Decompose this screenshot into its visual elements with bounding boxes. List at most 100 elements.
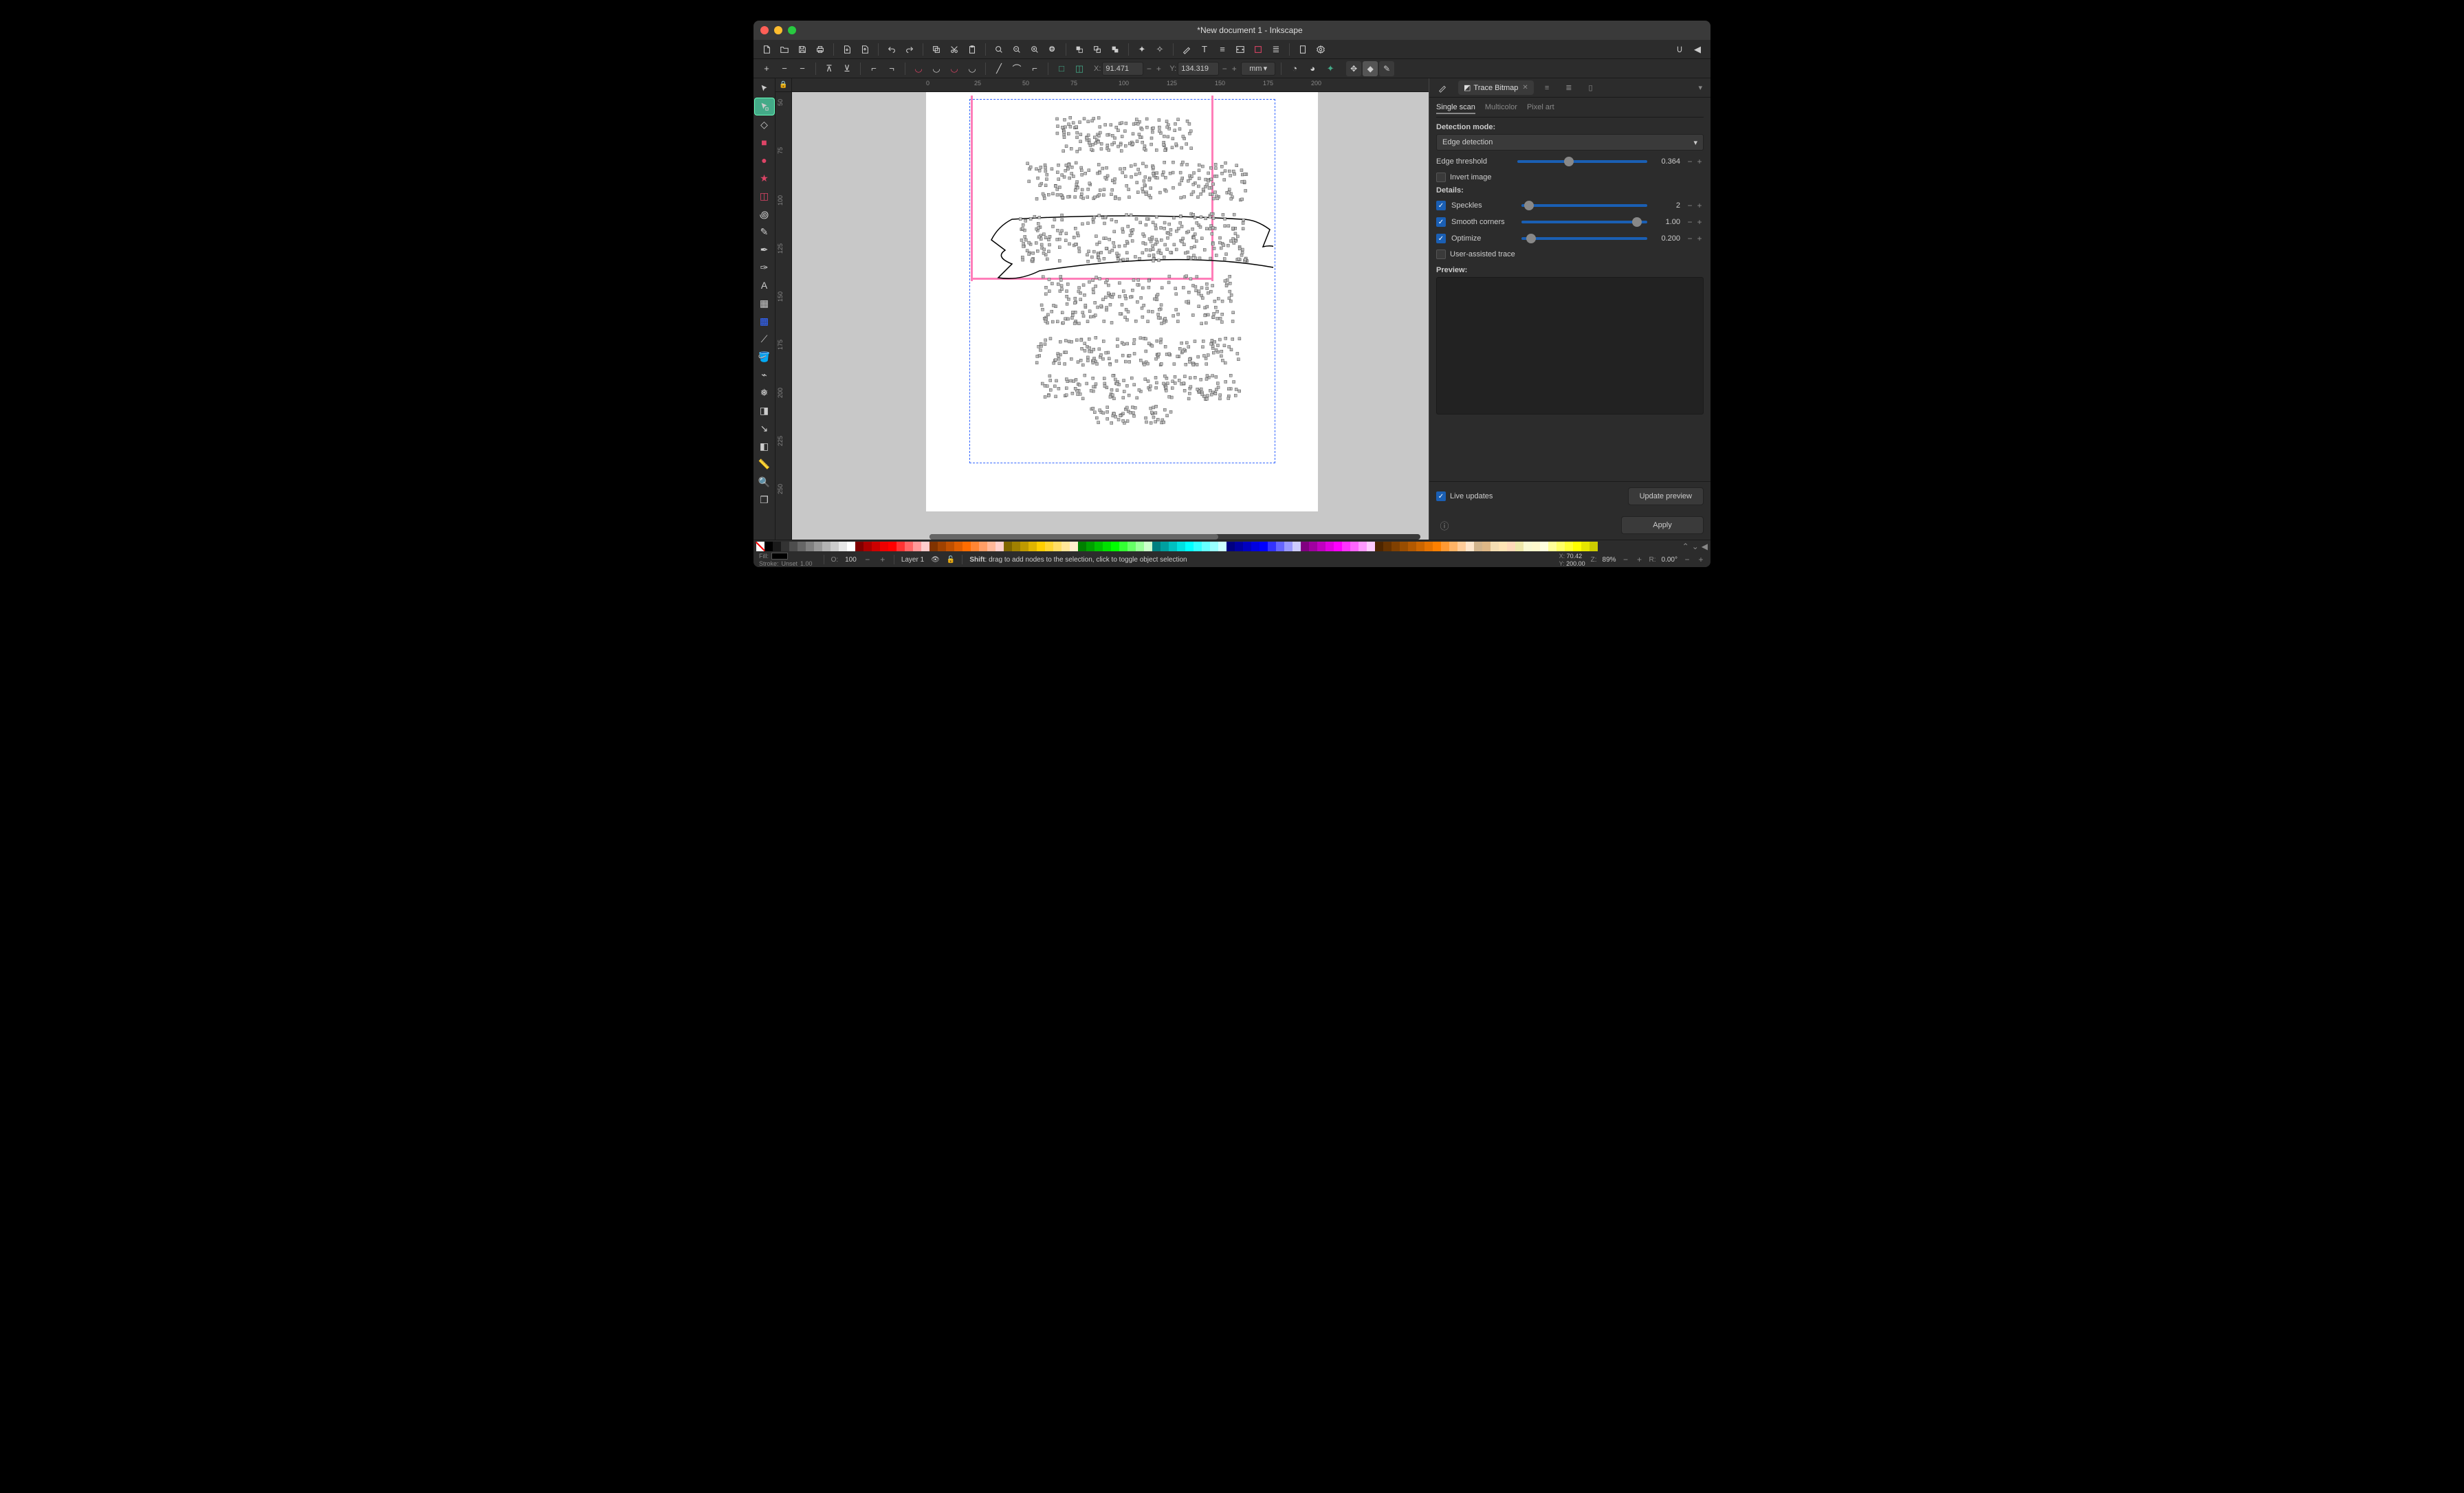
stroke-to-path-button[interactable]: ◫ (1072, 61, 1087, 76)
speckles-inc[interactable]: + (1695, 200, 1704, 211)
optimize-inc[interactable]: + (1695, 233, 1704, 244)
connector-tool[interactable]: ↘ (755, 420, 774, 436)
panel-tab-doc[interactable]: ▯ (1583, 80, 1598, 95)
color-swatch[interactable] (1284, 542, 1292, 551)
color-swatch[interactable] (1094, 542, 1103, 551)
color-swatch[interactable] (913, 542, 921, 551)
color-swatch[interactable] (847, 542, 855, 551)
tweak-tool[interactable]: ⌁ (755, 366, 774, 383)
apply-button[interactable]: Apply (1621, 516, 1704, 534)
lock-toggle[interactable]: 🔓 (947, 556, 955, 564)
zoom-page-button[interactable] (1027, 42, 1042, 57)
color-swatch[interactable] (880, 542, 888, 551)
optimize-slider[interactable] (1521, 237, 1647, 240)
undo-button[interactable] (884, 42, 899, 57)
measure-tool[interactable]: 📏 (755, 456, 774, 472)
color-swatch[interactable] (1152, 542, 1160, 551)
zoom-dec[interactable]: − (1622, 554, 1630, 565)
visibility-toggle[interactable]: 👁 (931, 556, 940, 564)
commands-menu-button[interactable]: ◀ (1690, 42, 1705, 57)
color-swatch[interactable] (1367, 542, 1375, 551)
y-inc[interactable]: + (1230, 63, 1238, 74)
mask-edit-button[interactable]: ◕ (1305, 61, 1320, 76)
color-swatch[interactable] (1424, 542, 1433, 551)
bezier-tool[interactable]: ✒ (755, 241, 774, 258)
rotation-value[interactable]: 0.00° (1662, 556, 1678, 564)
color-swatch[interactable] (1004, 542, 1012, 551)
show-transform-handles-button[interactable]: ✥ (1346, 61, 1361, 76)
color-swatch[interactable] (1260, 542, 1268, 551)
color-swatch[interactable] (1556, 542, 1565, 551)
rot-dec[interactable]: − (1683, 554, 1691, 565)
color-swatch[interactable] (1449, 542, 1458, 551)
color-swatch[interactable] (1474, 542, 1482, 551)
color-swatch[interactable] (996, 542, 1004, 551)
stroke-value[interactable]: Unset (782, 560, 798, 567)
color-swatch[interactable] (1210, 542, 1218, 551)
color-swatch[interactable] (1350, 542, 1358, 551)
insert-node-button[interactable]: + (759, 61, 774, 76)
color-swatch[interactable] (1251, 542, 1260, 551)
swatch-none[interactable] (756, 542, 764, 551)
color-swatch[interactable] (1507, 542, 1515, 551)
dropper-tool[interactable]: ⟋ (755, 331, 774, 347)
color-swatch[interactable] (1383, 542, 1392, 551)
color-swatch[interactable] (814, 542, 822, 551)
speckles-slider[interactable] (1521, 204, 1647, 207)
subtab-single-scan[interactable]: Single scan (1436, 102, 1475, 114)
smooth-inc[interactable]: + (1695, 217, 1704, 228)
color-swatch[interactable] (1012, 542, 1020, 551)
color-swatch[interactable] (1490, 542, 1499, 551)
color-swatch[interactable] (1128, 542, 1136, 551)
panel-tab-trace-bitmap[interactable]: ◩ Trace Bitmap✕ (1458, 80, 1534, 95)
color-swatch[interactable] (1119, 542, 1128, 551)
zoom-tool[interactable]: 🔍 (755, 474, 774, 490)
color-swatch[interactable] (888, 542, 896, 551)
update-preview-button[interactable]: Update preview (1628, 487, 1704, 505)
spray-tool[interactable]: ❅ (755, 384, 774, 401)
show-handles-button[interactable]: ◆ (1363, 61, 1378, 76)
close-tab-icon[interactable]: ✕ (1522, 84, 1528, 91)
layers-button[interactable]: ≡ (1215, 42, 1230, 57)
lpe-tool[interactable]: ◧ (755, 438, 774, 454)
zoom-value[interactable]: 89% (1603, 556, 1616, 564)
speckles-dec[interactable]: − (1686, 200, 1694, 211)
new-file-button[interactable] (759, 42, 774, 57)
color-swatch[interactable] (1317, 542, 1326, 551)
canvas[interactable] (792, 92, 1429, 540)
color-swatch[interactable] (1515, 542, 1524, 551)
color-swatch[interactable] (1301, 542, 1309, 551)
delete-segment-button[interactable]: ¬ (884, 61, 899, 76)
color-swatch[interactable] (1160, 542, 1169, 551)
color-swatch[interactable] (921, 542, 930, 551)
ellipse-tool[interactable]: ● (755, 152, 774, 168)
ruler-vertical[interactable]: 5075100125150175200225250 (776, 92, 792, 540)
color-swatch[interactable] (798, 542, 806, 551)
smooth-checkbox[interactable]: ✓ (1436, 217, 1446, 227)
panel-tab-align[interactable]: ≡ (1539, 81, 1554, 95)
break-path-button[interactable]: ⊻ (839, 61, 855, 76)
join-nodes-button[interactable]: ⊼ (822, 61, 837, 76)
group-button[interactable]: ✦ (1134, 42, 1150, 57)
color-swatch[interactable] (806, 542, 814, 551)
panel-tab-fill-stroke[interactable] (1432, 80, 1453, 96)
color-swatch[interactable] (1326, 542, 1334, 551)
y-input[interactable] (1178, 62, 1219, 76)
scrollbar-horizontal[interactable] (930, 534, 1420, 540)
invert-checkbox[interactable] (1436, 173, 1446, 182)
opacity-inc[interactable]: + (879, 554, 887, 565)
unlink-clone-button[interactable] (1108, 42, 1123, 57)
color-swatch[interactable] (1037, 542, 1045, 551)
color-swatch[interactable] (1070, 542, 1078, 551)
ungroup-button[interactable]: ✧ (1152, 42, 1167, 57)
star-tool[interactable]: ★ (755, 170, 774, 186)
color-swatch[interactable] (1375, 542, 1383, 551)
color-swatch[interactable] (938, 542, 946, 551)
color-swatch[interactable] (1499, 542, 1507, 551)
smooth-dec[interactable]: − (1686, 217, 1694, 228)
color-swatch[interactable] (781, 542, 789, 551)
duplicate-button[interactable] (1072, 42, 1087, 57)
subtab-multicolor[interactable]: Multicolor (1485, 102, 1517, 114)
color-swatch[interactable] (1111, 542, 1119, 551)
spiral-tool[interactable]: ꩜ (755, 206, 774, 222)
